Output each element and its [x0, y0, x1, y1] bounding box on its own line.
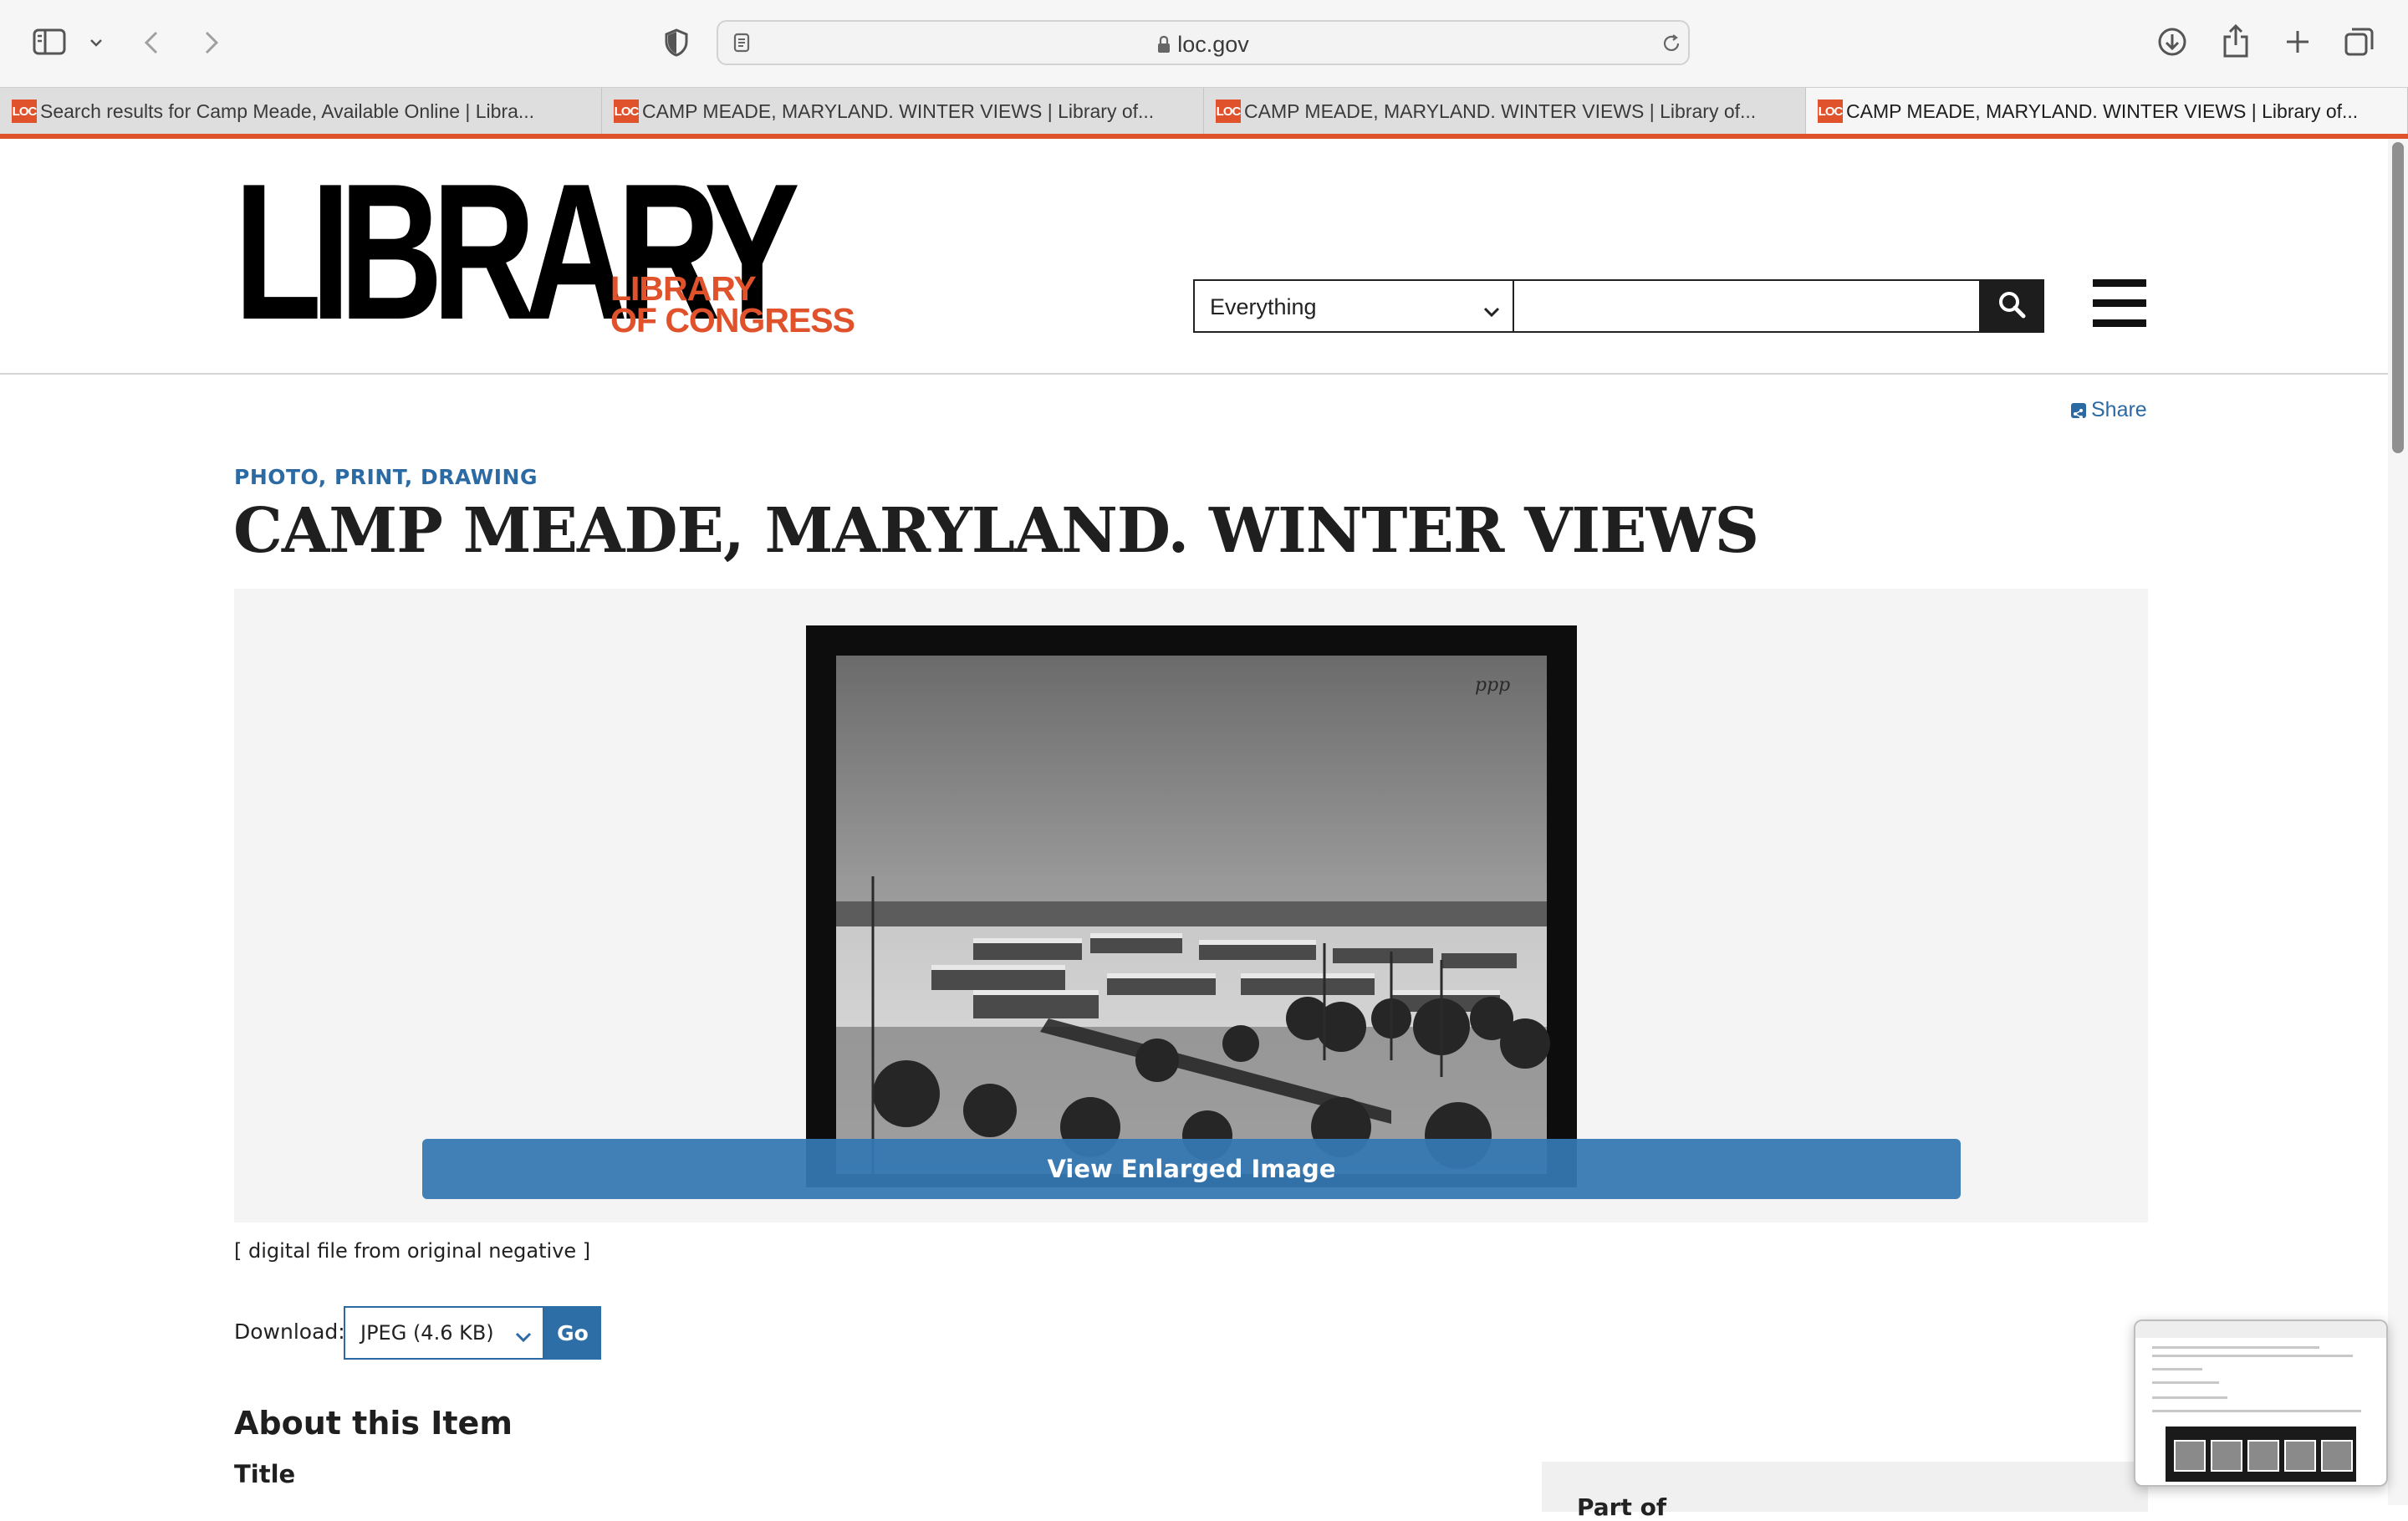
share-icon — [2071, 402, 2086, 419]
title-field-label: Title — [234, 1460, 296, 1488]
part-of-heading: Part of — [1577, 1493, 1667, 1521]
chevron-down-icon — [514, 1324, 533, 1348]
tab-overview-icon[interactable] — [2343, 25, 2376, 59]
library-of-congress-logo[interactable]: LIBRARY OF CONGRESS — [610, 269, 855, 339]
download-format-select[interactable]: JPEG (4.6 KB) — [344, 1306, 544, 1360]
svg-text:ppp: ppp — [1475, 675, 1510, 696]
loc-favicon-icon: LOC — [1818, 100, 1843, 123]
browser-tab-1[interactable]: LOC Search results for Camp Meade, Avail… — [0, 88, 602, 135]
share-link[interactable]: Share — [2071, 398, 2147, 422]
sidebar-icon[interactable] — [32, 27, 67, 57]
browser-toolbar: loc.gov — [0, 0, 2408, 87]
address-bar[interactable]: loc.gov — [717, 20, 1690, 65]
page-scrollbar-thumb[interactable] — [2392, 142, 2404, 453]
tab-title: CAMP MEADE, MARYLAND. WINTER VIEWS | Lib… — [1244, 100, 1757, 122]
library-logo-wordmark[interactable]: LIBRARY — [234, 156, 800, 350]
logo-line-1: LIBRARY — [610, 269, 757, 308]
browser-tab-3[interactable]: LOC CAMP MEADE, MARYLAND. WINTER VIEWS |… — [1204, 88, 1806, 135]
chevron-down-icon — [1482, 298, 1501, 324]
browser-tab-4[interactable]: LOC CAMP MEADE, MARYLAND. WINTER VIEWS |… — [1806, 88, 2408, 135]
search-input[interactable] — [1514, 279, 1981, 333]
share-icon[interactable] — [2219, 22, 2252, 60]
new-tab-icon[interactable] — [2283, 27, 2313, 57]
tab-title: CAMP MEADE, MARYLAND. WINTER VIEWS | Lib… — [642, 100, 1155, 122]
forward-icon[interactable] — [199, 27, 224, 59]
logo-line-2: OF CONGRESS — [610, 301, 855, 339]
download-icon[interactable] — [2155, 25, 2189, 59]
browser-tab-2[interactable]: LOC CAMP MEADE, MARYLAND. WINTER VIEWS |… — [602, 88, 1204, 135]
chevron-down-icon[interactable] — [87, 33, 105, 52]
image-caption: [ digital file from original negative ] — [234, 1239, 591, 1263]
back-icon[interactable] — [139, 27, 164, 59]
screenshot-thumbnail-preview[interactable] — [2134, 1319, 2388, 1487]
tab-title: CAMP MEADE, MARYLAND. WINTER VIEWS | Lib… — [1846, 100, 2359, 122]
about-this-item-heading: About this Item — [234, 1405, 513, 1442]
lock-icon — [1157, 33, 1171, 59]
tab-title: Search results for Camp Meade, Available… — [40, 100, 535, 122]
loc-favicon-icon: LOC — [614, 100, 639, 123]
search-button[interactable] — [1979, 279, 2044, 333]
loc-favicon-icon: LOC — [12, 100, 37, 123]
loc-favicon-icon: LOC — [1216, 100, 1241, 123]
page-title: CAMP MEADE, MARYLAND. WINTER VIEWS — [233, 495, 1759, 567]
format-label[interactable]: PHOTO, PRINT, DRAWING — [234, 465, 538, 489]
item-photograph[interactable]: ppp — [806, 625, 1577, 1187]
share-label: Share — [2091, 398, 2147, 421]
site-top-rule — [0, 134, 2408, 139]
header-divider — [0, 373, 2388, 375]
menu-icon[interactable] — [2093, 279, 2146, 328]
search-scope-value: Everything — [1210, 294, 1317, 319]
download-label: Download: — [234, 1319, 345, 1344]
reload-icon[interactable] — [1660, 32, 1683, 55]
address-url: loc.gov — [1177, 32, 1249, 57]
download-format-value: JPEG (4.6 KB) — [360, 1321, 494, 1345]
view-enlarged-image-button[interactable]: View Enlarged Image — [422, 1139, 1961, 1199]
shield-icon[interactable] — [662, 27, 691, 59]
address-text: loc.gov — [718, 32, 1688, 59]
tab-strip: LOC Search results for Camp Meade, Avail… — [0, 87, 2408, 135]
download-go-button[interactable]: Go — [544, 1306, 601, 1360]
search-scope-select[interactable]: Everything — [1193, 279, 1514, 333]
search-icon — [1997, 289, 2027, 323]
